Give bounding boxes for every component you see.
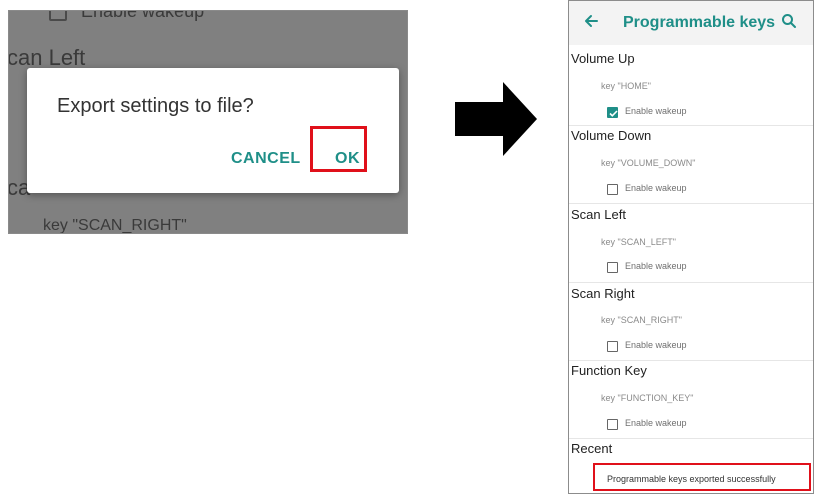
right-arrow-icon <box>455 82 537 156</box>
checkbox-icon[interactable] <box>607 341 618 352</box>
dialog-screenshot: Enable wakeup can Left ca key "SCAN_RIGH… <box>8 10 408 234</box>
dialog-title: Export settings to file? <box>57 95 254 117</box>
section-header-volume-up: Volume Up <box>571 51 635 66</box>
section-header-scan-left: Scan Left <box>571 207 626 222</box>
divider <box>569 125 813 126</box>
divider <box>569 203 813 204</box>
key-value-scan-right[interactable]: key "SCAN_RIGHT" <box>601 315 682 325</box>
programmable-keys-screenshot: Programmable keys Volume Up key "HOME" E… <box>568 0 814 494</box>
divider <box>569 438 813 439</box>
wakeup-label: Enable wakeup <box>625 418 687 428</box>
key-value-function-key[interactable]: key "FUNCTION_KEY" <box>601 393 693 403</box>
divider <box>569 282 813 283</box>
search-icon[interactable] <box>781 13 797 29</box>
background-checkbox <box>49 11 67 21</box>
toast-text: Programmable keys exported successfully <box>607 474 776 484</box>
checkbox-icon[interactable] <box>607 184 618 195</box>
section-header-volume-down: Volume Down <box>571 128 652 143</box>
page-title: Programmable keys <box>623 14 776 31</box>
ok-highlight-box <box>310 126 367 172</box>
checkbox-icon[interactable] <box>607 262 618 273</box>
background-wakeup-label: Enable wakeup <box>81 10 205 21</box>
wakeup-label: Enable wakeup <box>625 261 687 271</box>
divider <box>569 360 813 361</box>
cancel-button[interactable]: CANCEL <box>231 150 301 168</box>
toast-message: Programmable keys exported successfully <box>593 463 811 491</box>
wakeup-label: Enable wakeup <box>625 106 687 116</box>
wakeup-label: Enable wakeup <box>625 340 687 350</box>
back-arrow-icon[interactable] <box>583 13 599 29</box>
key-value-volume-down[interactable]: key "VOLUME_DOWN" <box>601 158 695 168</box>
key-value-scan-left[interactable]: key "SCAN_LEFT" <box>601 237 676 247</box>
checkbox-checked-icon[interactable] <box>607 107 618 118</box>
checkbox-icon[interactable] <box>607 419 618 430</box>
key-value-volume-up[interactable]: key "HOME" <box>601 81 651 91</box>
app-bar: Programmable keys <box>569 1 813 45</box>
background-key-text: key "SCAN_RIGHT" <box>43 217 187 234</box>
wakeup-label: Enable wakeup <box>625 183 687 193</box>
section-header-recent: Recent <box>571 441 613 456</box>
section-header-scan-right: Scan Right <box>571 286 635 301</box>
section-header-function-key: Function Key <box>571 363 647 378</box>
